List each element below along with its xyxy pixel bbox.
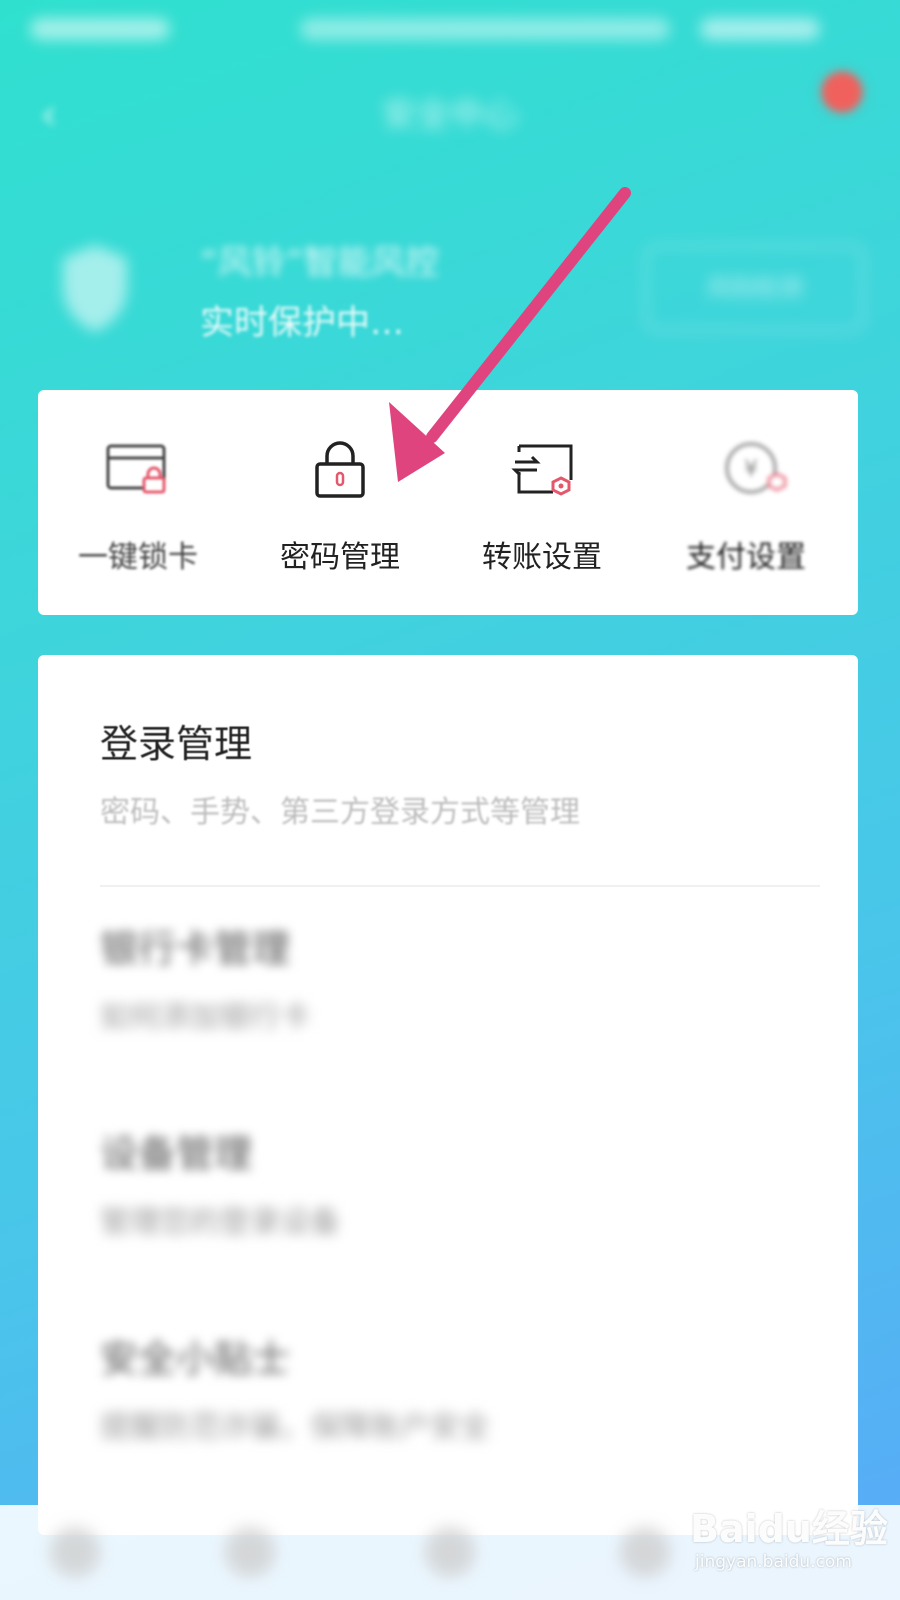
list-item-title: 安全小贴士: [100, 1337, 291, 1381]
status-network-icons: [300, 18, 670, 40]
list-item-card-management[interactable]: 银行卡管理 如何添加银行卡: [38, 860, 858, 1060]
nav-profile-icon[interactable]: [620, 1527, 670, 1577]
quick-action-label: 一键锁卡: [78, 540, 198, 575]
back-button[interactable]: ‹: [40, 90, 80, 140]
list-item-desc: 管理您的登录设备: [100, 1205, 340, 1240]
quick-actions-card: 一键锁卡 密码管理 转账设置 ¥ 支付设置: [38, 390, 858, 615]
quick-action-label: 支付设置: [686, 540, 806, 575]
list-item-desc: 密码、手势、第三方登录方式等管理: [100, 795, 580, 830]
watermark-url: jingyan.baidu.com: [695, 1552, 852, 1572]
nav-share-icon[interactable]: [225, 1527, 275, 1577]
watermark: Baidu经验 jingyan.baidu.com: [690, 1498, 890, 1588]
list-item-security-tips[interactable]: 安全小贴士 提醒防范诈骗，保障账户安全: [38, 1270, 858, 1470]
transfer-settings-icon: [511, 444, 573, 496]
list-item-title: 银行卡管理: [100, 927, 291, 971]
payment-settings-icon: ¥: [725, 442, 787, 494]
status-time: [30, 18, 170, 40]
nav-service-icon[interactable]: [425, 1527, 475, 1577]
quick-action-label: 密码管理: [280, 540, 400, 575]
quick-action-label: 转账设置: [482, 540, 602, 575]
battery-icon: [700, 18, 820, 40]
svg-text:¥: ¥: [744, 457, 758, 482]
risk-control-title: “风铃”智能风控: [200, 243, 440, 283]
page-title: 安全中心: [382, 95, 518, 135]
padlock-icon: [315, 441, 365, 498]
list-item-device-management[interactable]: 设备管理 管理您的登录设备: [38, 1065, 858, 1265]
card-lock-icon: [106, 444, 166, 494]
quick-action-payment[interactable]: ¥ 支付设置: [666, 390, 816, 615]
list-item-desc: 提醒防范诈骗，保障账户安全: [100, 1410, 490, 1445]
list-item-title: 登录管理: [100, 722, 253, 766]
quick-action-transfer[interactable]: 转账设置: [442, 390, 642, 615]
notification-dot-icon[interactable]: [822, 72, 862, 112]
nav-home-icon[interactable]: [50, 1527, 100, 1577]
risk-control-status: 实时保护中…: [200, 303, 404, 343]
list-item-desc: 如何添加银行卡: [100, 1000, 310, 1035]
quick-action-lock-card[interactable]: 一键锁卡: [38, 390, 238, 615]
list-item-login-management[interactable]: 登录管理 密码、手势、第三方登录方式等管理: [38, 655, 858, 855]
shield-icon: [63, 245, 127, 332]
risk-check-button[interactable]: 风险检测: [645, 245, 864, 331]
watermark-logo: Baidu经验: [690, 1507, 888, 1551]
status-bar: [0, 0, 900, 60]
settings-list-panel: 登录管理 密码、手势、第三方登录方式等管理 银行卡管理 如何添加银行卡 设备管理…: [38, 655, 858, 1535]
list-item-title: 设备管理: [100, 1132, 253, 1176]
quick-action-password[interactable]: 密码管理: [240, 390, 440, 615]
